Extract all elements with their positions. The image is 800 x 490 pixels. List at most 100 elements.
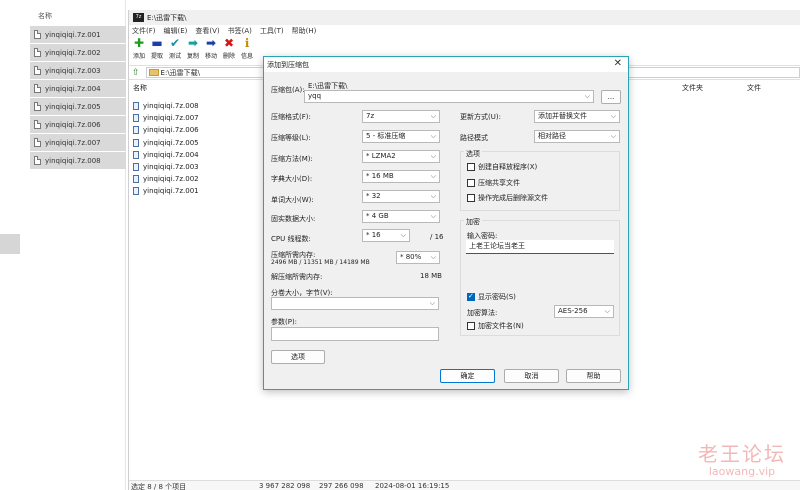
- column-folder[interactable]: 文件夹: [682, 83, 703, 93]
- archive-name-value: yqq: [308, 92, 322, 100]
- table-row[interactable]: yinqiqiqi.7z.005: [131, 137, 199, 149]
- method-select[interactable]: * LZMA2 ⌵: [362, 150, 440, 163]
- column-files[interactable]: 文件: [747, 83, 761, 93]
- archive-file-icon: [133, 126, 139, 135]
- sfx-checkbox[interactable]: 创建自释放程序(X): [467, 162, 537, 172]
- info-button[interactable]: ℹ 信息: [239, 37, 255, 65]
- delete-button[interactable]: ✖ 删除: [221, 37, 237, 65]
- status-packed-size: 297 266 098: [319, 482, 364, 490]
- enc-method-label: 加密算法:: [467, 309, 498, 317]
- window-title: E:\迅雷下载\: [147, 13, 187, 22]
- table-row[interactable]: yinqiqiqi.7z.008: [131, 100, 199, 112]
- show-password-checkbox[interactable]: 显示密码(S): [467, 292, 516, 302]
- file-name: yinqiqiqi.7z.001: [143, 187, 199, 196]
- archive-file-icon: [133, 150, 139, 159]
- side-tab[interactable]: [0, 234, 20, 254]
- copy-button[interactable]: ➡ 复制: [185, 37, 201, 65]
- update-value: 添加并替换文件: [538, 112, 587, 120]
- split-select[interactable]: ⌵: [271, 297, 439, 310]
- dict-label: 字典大小(D):: [271, 175, 313, 183]
- menu-file[interactable]: 文件(F): [132, 26, 156, 36]
- level-label: 压缩等级(L):: [271, 134, 311, 142]
- table-row[interactable]: yinqiqiqi.7z.004: [131, 149, 199, 161]
- word-select[interactable]: * 32 ⌵: [362, 190, 440, 203]
- list-item[interactable]: yinqiqiqi.7z.003: [30, 62, 126, 79]
- list-item[interactable]: yinqiqiqi.7z.001: [30, 26, 126, 43]
- list-item[interactable]: yinqiqiqi.7z.006: [30, 116, 126, 133]
- method-label: 压缩方法(M):: [271, 155, 313, 163]
- delete-label: 删除: [222, 53, 235, 60]
- close-icon[interactable]: ✕: [614, 58, 622, 69]
- list-item[interactable]: yinqiqiqi.7z.002: [30, 44, 126, 61]
- move-button[interactable]: ➡ 移动: [203, 37, 219, 65]
- path-mode-select[interactable]: 相对路径 ⌵: [534, 130, 620, 143]
- column-name[interactable]: 名称: [133, 83, 147, 93]
- file-name: yinqiqiqi.7z.003: [143, 163, 199, 172]
- help-button[interactable]: 帮助: [566, 369, 621, 383]
- add-button[interactable]: ✚ 添加: [131, 37, 147, 65]
- file-name: yinqiqiqi.7z.006: [143, 126, 199, 135]
- solid-label: 固实数据大小:: [271, 215, 316, 223]
- cancel-button[interactable]: 取消: [504, 369, 559, 383]
- menu-help[interactable]: 帮助(H): [292, 26, 317, 36]
- update-label: 更新方式(U):: [460, 113, 501, 121]
- shared-label: 压缩共享文件: [478, 179, 520, 187]
- delete-after-checkbox[interactable]: 操作完成后删除源文件: [467, 193, 548, 203]
- chevron-down-icon: ⌵: [430, 212, 436, 220]
- table-row[interactable]: yinqiqiqi.7z.003: [131, 161, 199, 173]
- archive-file-icon: [133, 102, 139, 111]
- window-titlebar: 7z E:\迅雷下载\: [129, 10, 800, 25]
- format-value: 7z: [366, 112, 375, 120]
- level-select[interactable]: 5 - 标准压缩 ⌵: [362, 130, 440, 143]
- table-row[interactable]: yinqiqiqi.7z.006: [131, 124, 199, 136]
- enc-method-select[interactable]: AES-256 ⌵: [554, 305, 614, 318]
- path-mode-label: 路径模式: [460, 134, 488, 142]
- options-button[interactable]: 选项: [271, 350, 325, 364]
- list-item[interactable]: yinqiqiqi.7z.008: [30, 152, 126, 169]
- cpu-select[interactable]: * 16 ⌵: [362, 229, 410, 242]
- menu-edit[interactable]: 编辑(E): [164, 26, 188, 36]
- table-row[interactable]: yinqiqiqi.7z.007: [131, 112, 199, 124]
- table-row[interactable]: yinqiqiqi.7z.001: [131, 185, 199, 197]
- dialog-title: 添加到压缩包: [267, 60, 309, 69]
- update-select[interactable]: 添加并替换文件 ⌵: [534, 110, 620, 123]
- word-label: 单词大小(W):: [271, 196, 314, 204]
- extract-button[interactable]: ▬ 提取: [149, 37, 165, 65]
- archive-name-input[interactable]: yqq ⌵: [304, 90, 594, 103]
- decomp-label: 解压缩所需内存:: [271, 273, 323, 281]
- menu-bookmarks[interactable]: 书签(A): [228, 26, 252, 36]
- shared-checkbox[interactable]: 压缩共享文件: [467, 178, 520, 188]
- test-button[interactable]: ✔ 测试: [167, 37, 183, 65]
- folder-icon: [148, 69, 159, 76]
- list-item[interactable]: yinqiqiqi.7z.004: [30, 80, 126, 97]
- delete-after-label: 操作完成后删除源文件: [478, 194, 548, 202]
- table-row[interactable]: yinqiqiqi.7z.002: [131, 173, 199, 185]
- browse-button[interactable]: ...: [601, 90, 621, 104]
- checkbox-box: [467, 163, 475, 171]
- password-input[interactable]: 上老王论坛当老王: [466, 240, 614, 254]
- archive-file-icon: [133, 175, 139, 184]
- extract-icon: ▬: [151, 36, 163, 50]
- file-name: yinqiqiqi.7z.003: [45, 66, 101, 75]
- format-label: 压缩格式(F):: [271, 113, 311, 121]
- params-input[interactable]: [271, 327, 439, 341]
- menu-view[interactable]: 查看(V): [195, 26, 219, 36]
- path-mode-value: 相对路径: [538, 132, 566, 140]
- encrypt-names-checkbox[interactable]: 加密文件名(N): [467, 321, 524, 331]
- ok-button[interactable]: 确定: [440, 369, 495, 383]
- list-item[interactable]: yinqiqiqi.7z.007: [30, 134, 126, 151]
- dict-select[interactable]: * 16 MB ⌵: [362, 170, 440, 183]
- up-folder-icon[interactable]: ⇧: [132, 68, 140, 78]
- explorer-column-name[interactable]: 名称: [38, 11, 52, 21]
- list-item[interactable]: yinqiqiqi.7z.005: [30, 98, 126, 115]
- menu-tools[interactable]: 工具(T): [260, 26, 284, 36]
- file-icon: [34, 84, 41, 93]
- file-list: yinqiqiqi.7z.008 yinqiqiqi.7z.007 yinqiq…: [131, 100, 199, 198]
- options-group-title: 选项: [464, 149, 482, 159]
- solid-select[interactable]: * 4 GB ⌵: [362, 210, 440, 223]
- mem-select[interactable]: * 80% ⌵: [396, 251, 440, 264]
- file-name: yinqiqiqi.7z.005: [45, 102, 101, 111]
- format-select[interactable]: 7z ⌵: [362, 110, 440, 123]
- add-to-archive-dialog: 添加到压缩包 ✕ 压缩包(A): E:\迅雷下载\ yqq ⌵ ... 压缩格式(…: [263, 56, 629, 390]
- file-icon: [34, 156, 41, 165]
